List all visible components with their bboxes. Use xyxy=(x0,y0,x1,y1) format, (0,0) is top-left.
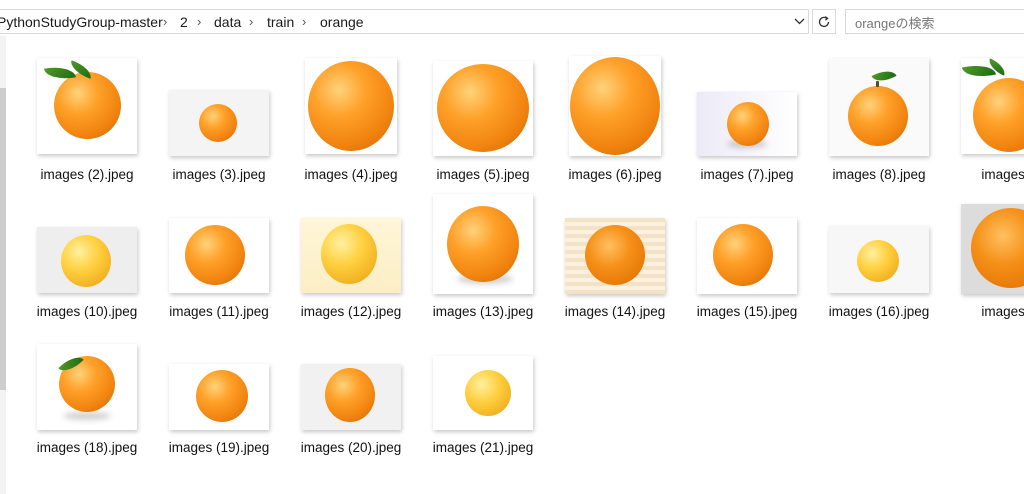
address-toolbar: PythonStudyGroup-master › 2 › data › tra… xyxy=(0,0,1024,40)
image-thumbnail xyxy=(433,194,533,294)
file-name: images (15).jpeg xyxy=(696,304,798,319)
image-thumbnail xyxy=(565,218,665,294)
file-item[interactable]: images (6).jpeg xyxy=(549,48,681,188)
breadcrumb-item-2[interactable]: 2 xyxy=(180,14,188,30)
chevron-right-icon: › xyxy=(302,14,307,29)
refresh-icon xyxy=(818,15,830,27)
file-item[interactable]: images (8).jpeg xyxy=(813,48,945,188)
image-thumbnail xyxy=(697,218,797,294)
address-bar[interactable]: PythonStudyGroup-master › 2 › data › tra… xyxy=(0,9,809,34)
file-item[interactable]: images (1 xyxy=(945,186,1024,326)
file-name: images (7).jpeg xyxy=(700,167,794,182)
search-input[interactable]: orangeの検索 xyxy=(845,9,1024,34)
image-thumbnail xyxy=(829,226,929,293)
file-name: images (8).jpeg xyxy=(832,167,926,182)
image-thumbnail xyxy=(433,356,533,430)
scrollbar-thumb[interactable] xyxy=(0,88,6,390)
file-item[interactable]: images (7).jpeg xyxy=(681,48,813,188)
file-item[interactable]: images (2).jpeg xyxy=(21,48,153,188)
file-name: images (12).jpeg xyxy=(300,304,402,319)
image-thumbnail xyxy=(829,58,929,156)
file-name: images (14).jpeg xyxy=(564,304,666,319)
file-item[interactable]: images (5).jpeg xyxy=(417,48,549,188)
address-dropdown-button[interactable] xyxy=(790,10,808,33)
file-item[interactable]: images (12).jpeg xyxy=(285,186,417,326)
file-item[interactable]: images (21).jpeg xyxy=(417,322,549,462)
chevron-down-icon xyxy=(794,18,804,25)
file-name: images (19).jpeg xyxy=(168,440,270,455)
image-thumbnail xyxy=(569,56,661,156)
image-thumbnail xyxy=(169,90,269,156)
image-thumbnail xyxy=(961,58,1024,154)
file-name: images (16).jpeg xyxy=(828,304,930,319)
file-item[interactable]: images (3).jpeg xyxy=(153,48,285,188)
chevron-right-icon: › xyxy=(197,14,202,29)
image-thumbnail xyxy=(37,58,137,154)
file-item[interactable]: images (13).jpeg xyxy=(417,186,549,326)
file-name: images (9 xyxy=(981,167,1024,182)
file-item[interactable]: images (4).jpeg xyxy=(285,48,417,188)
breadcrumb-item-orange[interactable]: orange xyxy=(320,14,364,30)
image-thumbnail xyxy=(37,227,137,293)
image-thumbnail xyxy=(697,92,797,156)
file-name: images (13).jpeg xyxy=(432,304,534,319)
file-name: images (21).jpeg xyxy=(432,440,534,455)
chevron-right-icon: › xyxy=(163,14,168,29)
file-name: images (10).jpeg xyxy=(36,304,138,319)
file-item[interactable]: images (11).jpeg xyxy=(153,186,285,326)
image-thumbnail xyxy=(301,218,401,293)
image-thumbnail xyxy=(37,344,137,430)
breadcrumb-item-train[interactable]: train xyxy=(267,14,294,30)
image-thumbnail xyxy=(305,58,397,154)
file-name: images (20).jpeg xyxy=(300,440,402,455)
file-name: images (5).jpeg xyxy=(436,167,530,182)
file-item[interactable]: images (10).jpeg xyxy=(21,186,153,326)
file-item[interactable]: images (9 xyxy=(945,48,1024,188)
image-thumbnail xyxy=(961,204,1024,294)
image-thumbnail xyxy=(301,364,401,430)
image-thumbnail xyxy=(169,364,269,430)
file-item[interactable]: images (20).jpeg xyxy=(285,322,417,462)
breadcrumb-item-project[interactable]: PythonStudyGroup-master xyxy=(0,14,163,30)
file-item[interactable]: images (14).jpeg xyxy=(549,186,681,326)
vertical-scrollbar[interactable] xyxy=(0,36,6,494)
file-item[interactable]: images (18).jpeg xyxy=(21,322,153,462)
chevron-right-icon: › xyxy=(249,14,254,29)
image-thumbnail xyxy=(169,218,269,293)
file-name: images (6).jpeg xyxy=(568,167,662,182)
image-thumbnail xyxy=(433,61,533,156)
file-name: images (11).jpeg xyxy=(169,304,269,319)
refresh-button[interactable] xyxy=(812,9,836,34)
file-name: images (2).jpeg xyxy=(40,167,134,182)
file-name: images (3).jpeg xyxy=(172,167,266,182)
file-name: images (1 xyxy=(981,304,1024,319)
file-item[interactable]: images (16).jpeg xyxy=(813,186,945,326)
file-name: images (4).jpeg xyxy=(304,167,398,182)
file-name: images (18).jpeg xyxy=(36,440,138,455)
breadcrumb-item-data[interactable]: data xyxy=(214,14,241,30)
file-item[interactable]: images (15).jpeg xyxy=(681,186,813,326)
file-item[interactable]: images (19).jpeg xyxy=(153,322,285,462)
